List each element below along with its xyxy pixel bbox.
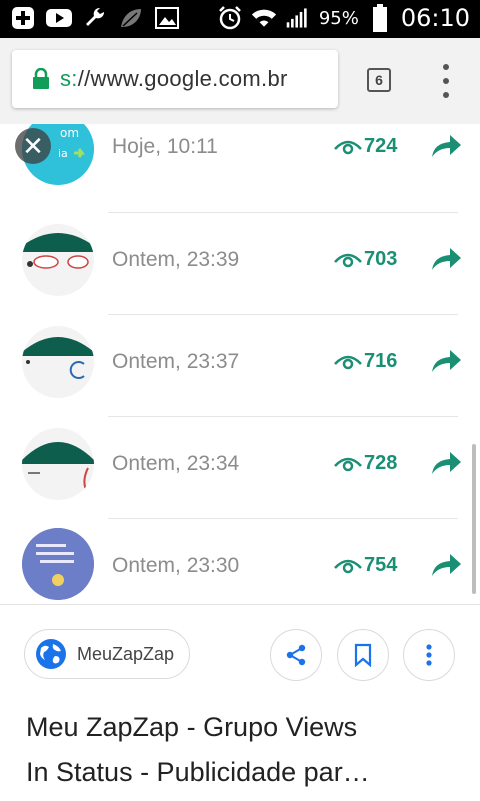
notification-icons — [10, 6, 180, 30]
signal-icon — [285, 6, 311, 30]
share-arrow-icon[interactable] — [430, 133, 462, 159]
eye-icon — [334, 253, 362, 267]
status-bar: 95% 06:10 — [0, 0, 480, 38]
svg-text:ia: ia — [58, 147, 68, 160]
battery-percentage: 95% — [318, 7, 359, 29]
avatar — [22, 224, 94, 296]
row-divider — [108, 212, 458, 213]
timestamp: Ontem, 23:30 — [112, 554, 240, 577]
list-item[interactable]: Ontem, 23:34 728 — [0, 418, 480, 521]
eye-icon — [334, 140, 362, 154]
list-item[interactable]: Ontem, 23:30 754 — [0, 520, 480, 604]
share-button[interactable] — [270, 629, 322, 681]
bookmark-icon — [354, 643, 372, 667]
scrollbar[interactable] — [472, 444, 476, 594]
battery-icon — [367, 4, 393, 32]
row-divider — [108, 416, 458, 417]
result-title[interactable]: Meu ZapZap - Grupo Views In Status - Pub… — [26, 705, 466, 795]
system-status: 95% 06:10 — [217, 4, 470, 32]
clock: 06:10 — [400, 4, 470, 32]
more-options-button[interactable] — [403, 629, 455, 681]
wifi-icon — [251, 6, 277, 30]
share-arrow-icon[interactable] — [430, 246, 462, 272]
source-name: MeuZapZap — [77, 643, 175, 664]
share-arrow-icon[interactable] — [430, 552, 462, 578]
share-arrow-icon[interactable] — [430, 348, 462, 374]
globe-icon — [35, 638, 67, 670]
row-divider — [108, 314, 458, 315]
view-count: 728 — [334, 452, 397, 475]
timestamp: Hoje, 10:11 — [112, 135, 218, 158]
wrench-icon — [82, 6, 108, 30]
result-preview-panel: MeuZapZap Meu ZapZap - Grupo Views In St… — [0, 604, 480, 801]
share-arrow-icon[interactable] — [430, 450, 462, 476]
eye-icon — [334, 559, 362, 573]
list-item[interactable]: om ia ✕ Hoje, 10:11 724 — [0, 124, 480, 214]
list-item[interactable]: Ontem, 23:39 703 — [0, 214, 480, 317]
avatar — [22, 428, 94, 500]
avatar — [22, 528, 94, 600]
bookmark-button[interactable] — [337, 629, 389, 681]
youtube-icon — [46, 6, 72, 30]
view-count-value: 754 — [364, 554, 398, 576]
view-count: 703 — [334, 248, 397, 271]
tab-switcher-button[interactable]: 6 — [367, 68, 391, 92]
browser-toolbar: s://www.google.com.br 6 — [0, 38, 480, 125]
view-count-value: 724 — [364, 135, 398, 157]
more-vert-icon — [426, 644, 432, 666]
url-host: //www.google.com.br — [77, 66, 288, 91]
close-icon[interactable]: ✕ — [15, 128, 51, 164]
view-count-value: 703 — [364, 248, 398, 270]
add-notification-icon — [10, 6, 36, 30]
view-count-value: 728 — [364, 452, 398, 474]
alarm-icon — [217, 6, 243, 30]
status-views-list: om ia ✕ Hoje, 10:11 724 Ontem, 23:39 703 — [0, 124, 480, 604]
view-count: 716 — [334, 350, 397, 373]
leaf-icon — [118, 6, 144, 30]
share-icon — [286, 644, 306, 666]
list-item[interactable]: Ontem, 23:37 716 — [0, 316, 480, 419]
address-bar[interactable]: s://www.google.com.br — [12, 50, 338, 108]
avatar — [22, 326, 94, 398]
lock-icon — [32, 67, 50, 90]
view-count-value: 716 — [364, 350, 398, 372]
source-chip[interactable]: MeuZapZap — [24, 629, 190, 679]
url-scheme: s: — [60, 66, 78, 91]
eye-icon — [334, 457, 362, 471]
timestamp: Ontem, 23:37 — [112, 350, 240, 373]
timestamp: Ontem, 23:39 — [112, 248, 240, 271]
overflow-menu-icon[interactable] — [436, 64, 456, 98]
svg-text:om: om — [60, 126, 79, 140]
row-divider — [108, 518, 458, 519]
view-count: 724 — [334, 135, 397, 158]
view-count: 754 — [334, 554, 397, 577]
image-icon — [154, 6, 180, 30]
eye-icon — [334, 355, 362, 369]
url-text: s://www.google.com.br — [60, 66, 288, 92]
timestamp: Ontem, 23:34 — [112, 452, 240, 475]
